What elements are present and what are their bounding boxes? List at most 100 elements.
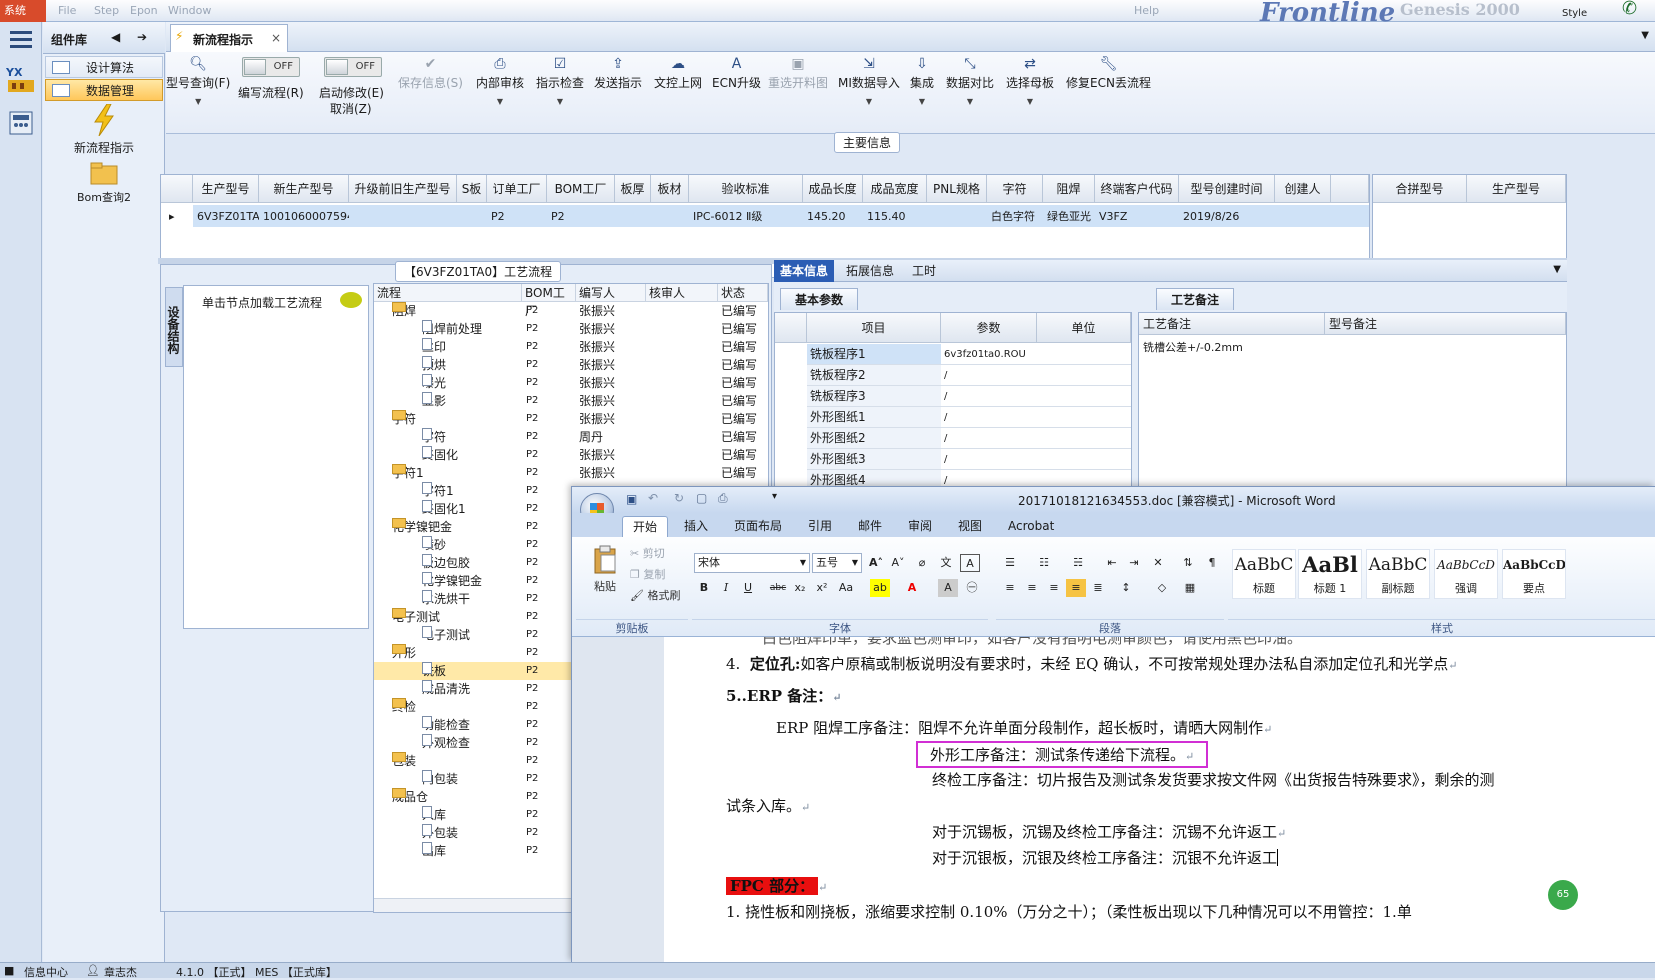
tab-review[interactable]: 审阅: [898, 516, 942, 537]
tree-row[interactable]: 字符 P2 周丹 已编写: [374, 428, 768, 446]
process-hint-panel[interactable]: 单击节点加载工艺流程: [183, 285, 369, 629]
new-doc-icon[interactable]: ▢: [696, 491, 707, 505]
subscript-button[interactable]: x₂: [790, 579, 810, 597]
menu-window[interactable]: Window: [168, 4, 211, 17]
multilevel-list-button[interactable]: ☵: [1068, 554, 1088, 572]
underline-button[interactable]: U: [738, 579, 758, 597]
select-motherboard-button[interactable]: ⇄ 选择母板 ▼: [1006, 56, 1054, 106]
line-spacing-button[interactable]: ↕: [1116, 579, 1136, 597]
bullets-button[interactable]: ☰: [1000, 554, 1020, 572]
ecn-upgrade-button[interactable]: A ECN升级: [712, 56, 761, 91]
increase-indent-button[interactable]: ⇥: [1124, 554, 1144, 572]
save-info-button[interactable]: ✔ 保存信息(S): [398, 56, 463, 91]
col-header[interactable]: 字符: [987, 175, 1043, 203]
undo-icon[interactable]: ↶: [648, 491, 658, 505]
strikethrough-button[interactable]: abc: [768, 579, 788, 597]
param-value-cell[interactable]: /: [941, 449, 1037, 470]
menu-file[interactable]: File: [58, 4, 76, 17]
col-header[interactable]: S板: [457, 175, 487, 203]
col-header[interactable]: 生产型号: [193, 175, 259, 203]
col-header[interactable]: 验收标准: [689, 175, 803, 203]
calculator-icon[interactable]: [6, 108, 36, 138]
tab-new-process[interactable]: ⚡ 新流程指示 ×: [170, 24, 288, 52]
shading-button[interactable]: ◇: [1152, 579, 1172, 597]
tile-new-process[interactable]: 新流程指示: [43, 103, 165, 156]
nav-left-icon[interactable]: ◀: [111, 30, 120, 44]
col-header[interactable]: 订单工厂: [487, 175, 547, 203]
data-compare-button[interactable]: ⤡ 数据对比 ▼: [946, 56, 994, 106]
font-size-combo[interactable]: 五号 ▼: [812, 553, 862, 573]
col-header[interactable]: 板材: [651, 175, 689, 203]
system-menu-button[interactable]: 系统: [0, 0, 46, 22]
col-header[interactable]: 核审人: [646, 284, 718, 302]
change-case-button[interactable]: Aa: [836, 579, 856, 597]
style-subtitle[interactable]: AaBbC 副标题: [1366, 549, 1430, 599]
align-center-button[interactable]: ≡: [1022, 579, 1042, 597]
tree-row[interactable]: −阻焊P2张振兴已编写: [374, 302, 768, 320]
col-header[interactable]: 单位: [1037, 313, 1131, 343]
instruction-check-button[interactable]: ☑ 指示检查 ▼: [536, 56, 584, 106]
redo-icon[interactable]: ↻: [674, 491, 684, 505]
tree-row[interactable]: 预烘 P2 张振兴 已编写: [374, 356, 768, 374]
param-row[interactable]: 铣板程序1 6v3fz01ta0.ROU: [807, 344, 1131, 365]
col-header[interactable]: 创建人: [1275, 175, 1331, 203]
tree-row[interactable]: 丝印 P2 张振兴 已编写: [374, 338, 768, 356]
grow-font-button[interactable]: A˄: [866, 554, 886, 572]
param-row[interactable]: 铣板程序3/: [807, 386, 1131, 407]
char-border-button[interactable]: A: [960, 554, 980, 572]
menu-step[interactable]: Step: [94, 4, 119, 17]
param-row[interactable]: 铣板程序2/: [807, 365, 1131, 386]
col-header[interactable]: 流程: [374, 284, 522, 302]
col-header[interactable]: BOM工厂: [547, 175, 615, 203]
col-header[interactable]: 升级前旧生产型号: [349, 175, 457, 203]
tab-view[interactable]: 视图: [948, 516, 992, 537]
tab-equipment-structure[interactable]: 设备结构: [165, 287, 183, 367]
distribute-button[interactable]: ≣: [1088, 579, 1108, 597]
tree-row[interactable]: −字符1P2张振兴已编写: [374, 464, 768, 482]
col-header[interactable]: 项目: [807, 313, 941, 343]
sidebar-item-design-algorithm[interactable]: 设计算法: [45, 56, 163, 78]
chevron-down-icon[interactable]: ▼: [1641, 30, 1649, 41]
superscript-button[interactable]: x²: [812, 579, 832, 597]
internal-review-button[interactable]: ⎙ 内部审核 ▼: [476, 56, 524, 106]
param-value-cell[interactable]: /: [941, 365, 1037, 386]
tab-extended-info[interactable]: 拓展信息: [840, 260, 900, 282]
param-row[interactable]: 外形图纸1/: [807, 407, 1131, 428]
col-header[interactable]: 参数: [941, 313, 1037, 343]
info-center-icon[interactable]: ■: [4, 964, 14, 977]
mi-data-import-button[interactable]: ⇲ MI数据导入 ▼: [838, 56, 900, 106]
paste-button[interactable]: 粘贴: [590, 545, 620, 594]
start-modify-toggle[interactable]: OFF: [324, 57, 382, 77]
tab-home[interactable]: 开始: [622, 516, 669, 537]
align-right-button[interactable]: ≡: [1044, 579, 1064, 597]
menu-help[interactable]: Help: [1134, 4, 1159, 17]
col-header[interactable]: 终端客户代码: [1095, 175, 1179, 203]
asian-layout-button[interactable]: ✕: [1148, 554, 1168, 572]
tab-work-hours[interactable]: 工时: [906, 260, 942, 282]
write-process-toggle[interactable]: OFF: [242, 57, 300, 77]
cut-button[interactable]: ✂ 剪切: [630, 545, 665, 561]
param-value-cell[interactable]: /: [941, 407, 1037, 428]
doc-control-upload-button[interactable]: ☁ 文控上网: [654, 56, 702, 91]
tab-insert[interactable]: 插入: [674, 516, 718, 537]
integrate-button[interactable]: ⇩ 集成 ▼: [910, 56, 934, 106]
col-header[interactable]: BOM工厂: [522, 284, 576, 318]
tab-page-layout[interactable]: 页面布局: [724, 516, 792, 537]
tab-mailings[interactable]: 邮件: [848, 516, 892, 537]
col-header[interactable]: 编写人: [576, 284, 646, 302]
borders-button[interactable]: ▦: [1180, 579, 1200, 597]
tree-row[interactable]: −字符P2张振兴已编写: [374, 410, 768, 428]
style-emphasis[interactable]: AaBbCcD 强调: [1434, 549, 1498, 599]
send-instruction-button[interactable]: ⇪ 发送指示: [594, 56, 642, 91]
status-badge[interactable]: 65: [1548, 880, 1578, 910]
hamburger-icon[interactable]: [6, 24, 36, 54]
tree-row[interactable]: 曝光 P2 张振兴 已编写: [374, 374, 768, 392]
model-query-button[interactable]: 🔍︎ 型号查询(F) ▼: [166, 56, 230, 106]
clear-format-button[interactable]: ⌀: [912, 554, 932, 572]
col-header[interactable]: 型号备注: [1325, 313, 1566, 335]
document-page[interactable]: 白色阻焊印单，要求蓝色测审印，如客户没有指明电测审颜色，请使用黑色印油。 4. …: [664, 637, 1655, 963]
enclose-char-button[interactable]: ㊀: [962, 579, 982, 597]
save-icon[interactable]: ▣: [626, 492, 637, 506]
process-note-text[interactable]: 铣槽公差+/-0.2mm: [1143, 339, 1243, 355]
col-header[interactable]: 生产型号: [1467, 175, 1566, 203]
